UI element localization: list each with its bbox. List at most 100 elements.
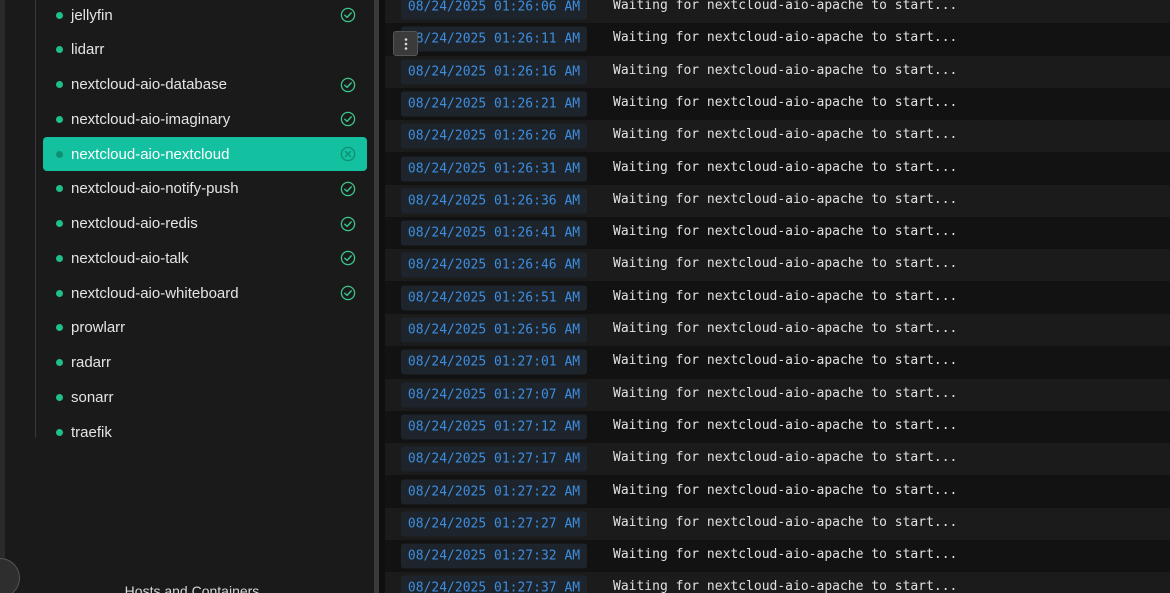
log-message: Waiting for nextcloud-aio-apache to star… (613, 514, 958, 530)
container-item-jellyfin[interactable]: jellyfin (43, 0, 367, 32)
log-message: Waiting for nextcloud-aio-apache to star… (613, 353, 958, 369)
log-viewer: 08/24/2025 01:26:06 AM Waiting for nextcl… (385, 0, 1170, 593)
log-timestamp[interactable]: 08/24/2025 01:26:06 AM (401, 0, 587, 20)
container-item-radarr[interactable]: radarr (43, 346, 367, 380)
log-message: Waiting for nextcloud-aio-apache to star… (613, 417, 958, 433)
log-message: Waiting for nextcloud-aio-apache to star… (613, 62, 958, 78)
log-timestamp[interactable]: 08/24/2025 01:26:36 AM (401, 188, 587, 214)
log-row: 08/24/2025 01:26:31 AM Waiting for nextcl… (385, 153, 1170, 185)
log-timestamp[interactable]: 08/24/2025 01:27:27 AM (401, 511, 587, 537)
check-circle-icon (340, 77, 356, 92)
log-message: Waiting for nextcloud-aio-apache to star… (613, 0, 958, 13)
container-item-nextcloud-aio-whiteboard[interactable]: nextcloud-aio-whiteboard (43, 276, 367, 310)
healthy-check-icon (340, 285, 356, 301)
log-message: Waiting for nextcloud-aio-apache to star… (613, 321, 958, 336)
log-row: 08/24/2025 01:27:12 AM Waiting for nextcl… (385, 411, 1170, 443)
log-row: 08/24/2025 01:26:11 AM Waiting for nextcl… (385, 23, 1170, 55)
log-row: 08/24/2025 01:27:27 AM Waiting for nextcl… (385, 507, 1170, 540)
row-menu-button[interactable] (393, 31, 418, 56)
log-row: 08/24/2025 01:26:36 AM Waiting for nextcl… (385, 184, 1170, 217)
log-message: Waiting for nextcloud-aio-apache to star… (613, 30, 958, 46)
container-item-label: nextcloud-aio-redis (71, 215, 198, 232)
log-timestamp[interactable]: 08/24/2025 01:26:41 AM (401, 220, 587, 246)
log-message: Waiting for nextcloud-aio-apache to star… (613, 482, 958, 498)
log-row: 08/24/2025 01:27:22 AM Waiting for nextcl… (385, 476, 1170, 508)
log-message: Waiting for nextcloud-aio-apache to star… (613, 191, 958, 207)
status-dot (56, 324, 63, 332)
log-message: Waiting for nextcloud-aio-apache to star… (613, 385, 958, 401)
container-item-nextcloud-aio-talk[interactable]: nextcloud-aio-talk (43, 241, 367, 275)
log-timestamp[interactable]: 08/24/2025 01:26:11 AM (401, 26, 587, 52)
container-item-label: lidarr (71, 41, 105, 59)
log-timestamp[interactable]: 08/24/2025 01:27:22 AM (401, 479, 587, 504)
container-item-sonarr[interactable]: sonarr (43, 380, 367, 414)
log-message: Waiting for nextcloud-aio-apache to star… (613, 256, 958, 272)
log-timestamp[interactable]: 08/24/2025 01:27:01 AM (401, 349, 587, 375)
log-row: 08/24/2025 01:27:37 AM Waiting for nextcl… (385, 572, 1170, 593)
container-item-label: radarr (71, 354, 112, 371)
status-dot (56, 115, 63, 123)
log-timestamp[interactable]: 08/24/2025 01:27:07 AM (401, 382, 587, 408)
sidebar: jellyfin lidarr nextcloud-aio-database next… (5, 0, 379, 593)
log-timestamp[interactable]: 08/24/2025 01:26:51 AM (401, 285, 587, 311)
container-item-nextcloud-aio-notify-push[interactable]: nextcloud-aio-notify-push (43, 172, 367, 206)
log-timestamp[interactable]: 08/24/2025 01:26:26 AM (401, 123, 587, 149)
check-circle-icon (340, 251, 356, 266)
sidebar-footer-label[interactable]: Hosts and Containers (5, 583, 379, 593)
status-dot (56, 220, 63, 227)
log-timestamp[interactable]: 08/24/2025 01:26:56 AM (401, 317, 587, 343)
healthy-check-icon (340, 181, 356, 197)
status-dot (56, 289, 63, 297)
container-item-nextcloud-aio-redis[interactable]: nextcloud-aio-redis (43, 207, 367, 241)
log-row: 08/24/2025 01:26:56 AM Waiting for nextcl… (385, 314, 1170, 346)
container-item-prowlarr[interactable]: prowlarr (43, 311, 367, 345)
container-item-label: nextcloud-aio-nextcloud (71, 145, 230, 163)
log-timestamp[interactable]: 08/24/2025 01:26:21 AM (401, 91, 587, 117)
check-circle-icon (340, 285, 356, 301)
container-item-nextcloud-aio-nextcloud[interactable]: nextcloud-aio-nextcloud (43, 137, 367, 171)
log-timestamp[interactable]: 08/24/2025 01:27:37 AM (401, 575, 587, 593)
log-timestamp[interactable]: 08/24/2025 01:26:31 AM (401, 156, 587, 181)
status-dot (56, 46, 63, 54)
container-item-label: nextcloud-aio-talk (71, 249, 189, 267)
log-timestamp[interactable]: 08/24/2025 01:27:32 AM (401, 543, 587, 569)
healthy-check-icon (340, 250, 356, 266)
log-message: Waiting for nextcloud-aio-apache to star… (613, 127, 958, 143)
log-row: 08/24/2025 01:26:26 AM Waiting for nextcl… (385, 120, 1170, 153)
container-item-nextcloud-aio-imaginary[interactable]: nextcloud-aio-imaginary (43, 102, 367, 136)
tree-guide-line (35, 0, 36, 438)
container-item-nextcloud-aio-database[interactable]: nextcloud-aio-database (43, 68, 367, 102)
check-circle-icon (340, 181, 356, 196)
log-timestamp[interactable]: 08/24/2025 01:26:16 AM (401, 59, 587, 85)
log-row: 08/24/2025 01:26:46 AM Waiting for nextcl… (385, 249, 1170, 282)
container-item-label: nextcloud-aio-notify-push (71, 180, 239, 198)
healthy-check-icon (340, 216, 356, 232)
status-dot (56, 81, 63, 88)
status-dot (56, 185, 63, 193)
log-message: Waiting for nextcloud-aio-apache to star… (613, 547, 958, 563)
container-item-traefik[interactable]: traefik (43, 415, 367, 449)
unhealthy-x-icon (340, 146, 356, 162)
log-timestamp[interactable]: 08/24/2025 01:27:12 AM (401, 414, 587, 440)
check-circle-icon (340, 7, 356, 23)
log-message: Waiting for nextcloud-aio-apache to star… (613, 224, 958, 240)
app-root: jellyfin lidarr nextcloud-aio-database next… (0, 0, 1170, 593)
log-message: Waiting for nextcloud-aio-apache to star… (613, 450, 958, 466)
container-item-label: sonarr (71, 388, 114, 406)
log-row: 08/24/2025 01:26:21 AM Waiting for nextcl… (385, 88, 1170, 120)
container-item-label: nextcloud-aio-whiteboard (71, 284, 239, 302)
log-message: Waiting for nextcloud-aio-apache to star… (613, 159, 958, 175)
log-timestamp[interactable]: 08/24/2025 01:27:17 AM (401, 446, 587, 472)
container-item-lidarr[interactable]: lidarr (43, 33, 367, 67)
x-circle-icon (340, 146, 356, 162)
healthy-check-icon (340, 111, 356, 127)
log-row: 08/24/2025 01:26:16 AM Waiting for nextcl… (385, 55, 1170, 88)
log-row: 08/24/2025 01:26:06 AM Waiting for nextcl… (385, 0, 1170, 23)
container-item-label: prowlarr (71, 319, 126, 337)
healthy-check-icon (340, 77, 356, 93)
check-circle-icon (340, 216, 356, 231)
container-item-label: nextcloud-aio-database (71, 76, 227, 93)
log-timestamp[interactable]: 08/24/2025 01:26:46 AM (401, 252, 587, 278)
status-dot (56, 150, 63, 158)
sidebar-divider (374, 0, 379, 593)
